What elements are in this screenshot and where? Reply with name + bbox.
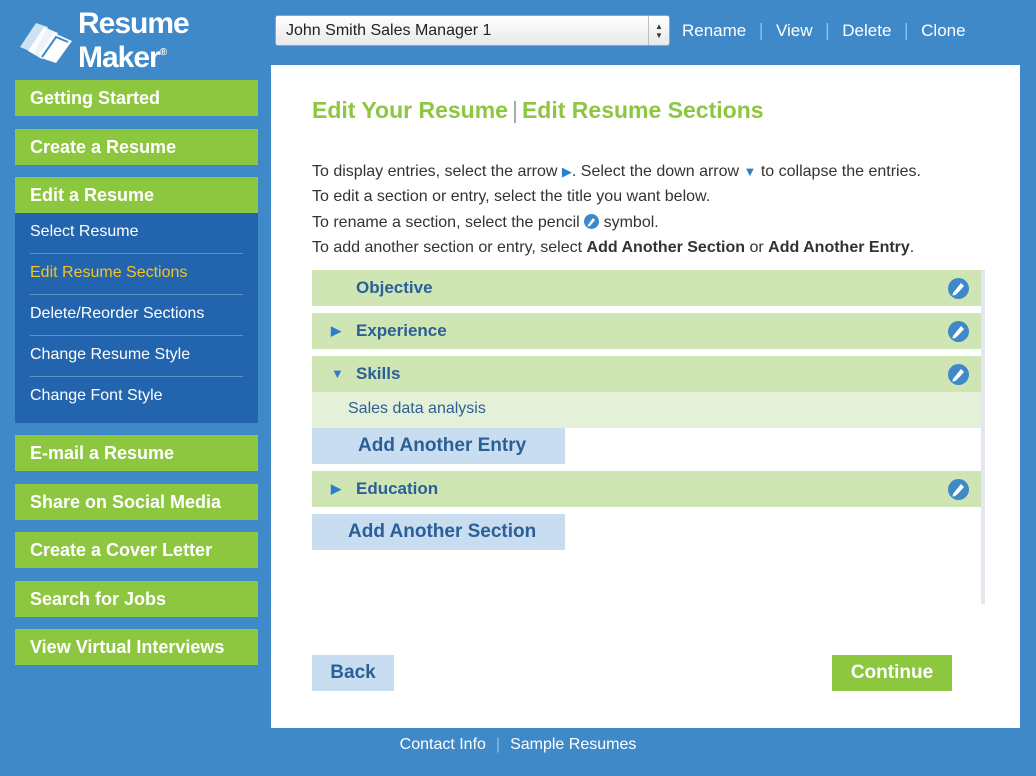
sections-list: Objective ▶ Experience ▼ Skills Sales da… xyxy=(312,270,985,604)
sub-change-font-style[interactable]: Change Font Style xyxy=(30,377,243,417)
section-label[interactable]: Objective xyxy=(356,270,433,306)
back-button[interactable]: Back xyxy=(312,655,394,691)
add-another-entry-button[interactable]: Add Another Entry xyxy=(312,428,565,464)
instruction-line-1: To display entries, select the arrow ▶. … xyxy=(312,163,921,180)
resume-select-dropdown[interactable]: John Smith Sales Manager 1 ▲ ▼ xyxy=(275,15,670,46)
pencil-icon xyxy=(584,213,600,229)
instruction-line-2: To edit a section or entry, select the t… xyxy=(312,188,711,206)
rename-link[interactable]: Rename xyxy=(670,21,758,41)
title-part2: Edit Resume Sections xyxy=(521,97,764,123)
nav-getting-started[interactable]: Getting Started xyxy=(15,80,258,116)
brand-title: Resume Maker® xyxy=(78,7,190,74)
footer: Contact Info | Sample Resumes xyxy=(0,736,1036,754)
section-education[interactable]: ▶ Education xyxy=(312,471,981,507)
expand-arrow-icon[interactable]: ▶ xyxy=(331,313,341,349)
sub-change-resume-style[interactable]: Change Resume Style xyxy=(30,336,243,377)
instruction-line-4: To add another section or entry, select … xyxy=(312,238,915,256)
section-skills[interactable]: ▼ Skills xyxy=(312,356,981,392)
right-arrow-icon: ▶ xyxy=(561,164,572,179)
nav-edit-resume[interactable]: Edit a Resume xyxy=(15,177,258,213)
instructions: To display entries, select the arrow ▶. … xyxy=(312,159,992,260)
resume-select-value: John Smith Sales Manager 1 xyxy=(286,21,492,39)
sub-delete-reorder-sections[interactable]: Delete/Reorder Sections xyxy=(30,295,243,336)
delete-link[interactable]: Delete xyxy=(830,21,903,41)
main-panel: Edit Your Resume | Edit Resume Sections To… xyxy=(271,65,1020,728)
section-experience[interactable]: ▶ Experience xyxy=(312,313,981,349)
sample-resumes-link[interactable]: Sample Resumes xyxy=(500,736,646,753)
pencil-icon[interactable] xyxy=(948,364,969,385)
section-objective[interactable]: Objective xyxy=(312,270,981,306)
nav-search-jobs[interactable]: Search for Jobs xyxy=(15,580,258,617)
sidebar-nav: Getting Started Create a Resume Edit a R… xyxy=(15,80,258,678)
resume-maker-logo-icon xyxy=(14,17,76,65)
expand-arrow-icon[interactable]: ▶ xyxy=(331,471,341,507)
nav-create-cover-letter[interactable]: Create a Cover Letter xyxy=(15,532,258,568)
nav-virtual-interviews[interactable]: View Virtual Interviews xyxy=(15,629,258,665)
page-title: Edit Your Resume | Edit Resume Sections xyxy=(312,97,764,123)
select-arrows-icon: ▲ ▼ xyxy=(648,16,669,45)
clone-link[interactable]: Clone xyxy=(909,21,977,41)
title-part1: Edit Your Resume xyxy=(312,97,508,123)
top-links: Rename | View | Delete | Clone xyxy=(670,18,978,44)
sub-select-resume[interactable]: Select Resume xyxy=(30,213,243,254)
pencil-icon[interactable] xyxy=(948,479,969,500)
sub-edit-resume-sections[interactable]: Edit Resume Sections xyxy=(30,254,243,295)
contact-info-link[interactable]: Contact Info xyxy=(390,736,496,753)
section-label[interactable]: Skills xyxy=(356,356,400,392)
continue-button[interactable]: Continue xyxy=(832,655,952,691)
section-label[interactable]: Education xyxy=(356,471,438,507)
collapse-arrow-icon[interactable]: ▼ xyxy=(331,356,344,392)
pencil-icon[interactable] xyxy=(948,321,969,342)
skills-entry[interactable]: Sales data analysis xyxy=(312,392,981,428)
add-another-section-button[interactable]: Add Another Section xyxy=(312,514,565,550)
nav-share-social-media[interactable]: Share on Social Media xyxy=(15,483,258,520)
section-label[interactable]: Experience xyxy=(356,313,447,349)
instruction-line-3: To rename a section, select the pencil s… xyxy=(312,213,659,231)
down-arrow-icon: ▼ xyxy=(743,164,757,179)
nav-email-resume[interactable]: E-mail a Resume xyxy=(15,435,258,471)
resume-maker-logo: Resume Maker® xyxy=(14,7,264,74)
nav-create-resume[interactable]: Create a Resume xyxy=(15,128,258,165)
view-link[interactable]: View xyxy=(764,21,825,41)
edit-resume-submenu: Select Resume Edit Resume Sections Delet… xyxy=(15,213,258,423)
pencil-icon[interactable] xyxy=(948,278,969,299)
